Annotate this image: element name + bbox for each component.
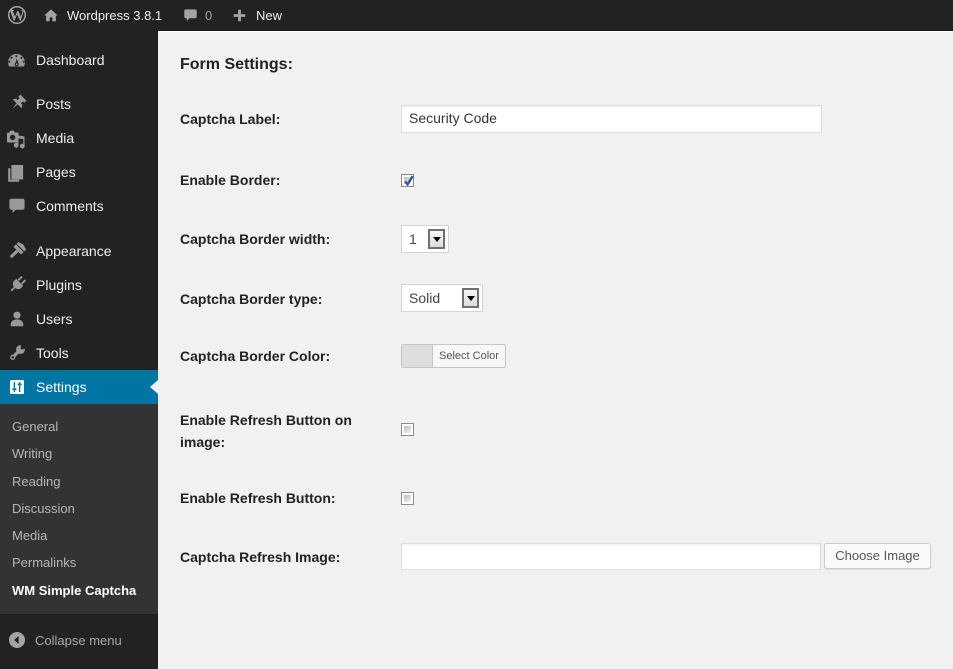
svg-text:W: W	[9, 8, 25, 25]
